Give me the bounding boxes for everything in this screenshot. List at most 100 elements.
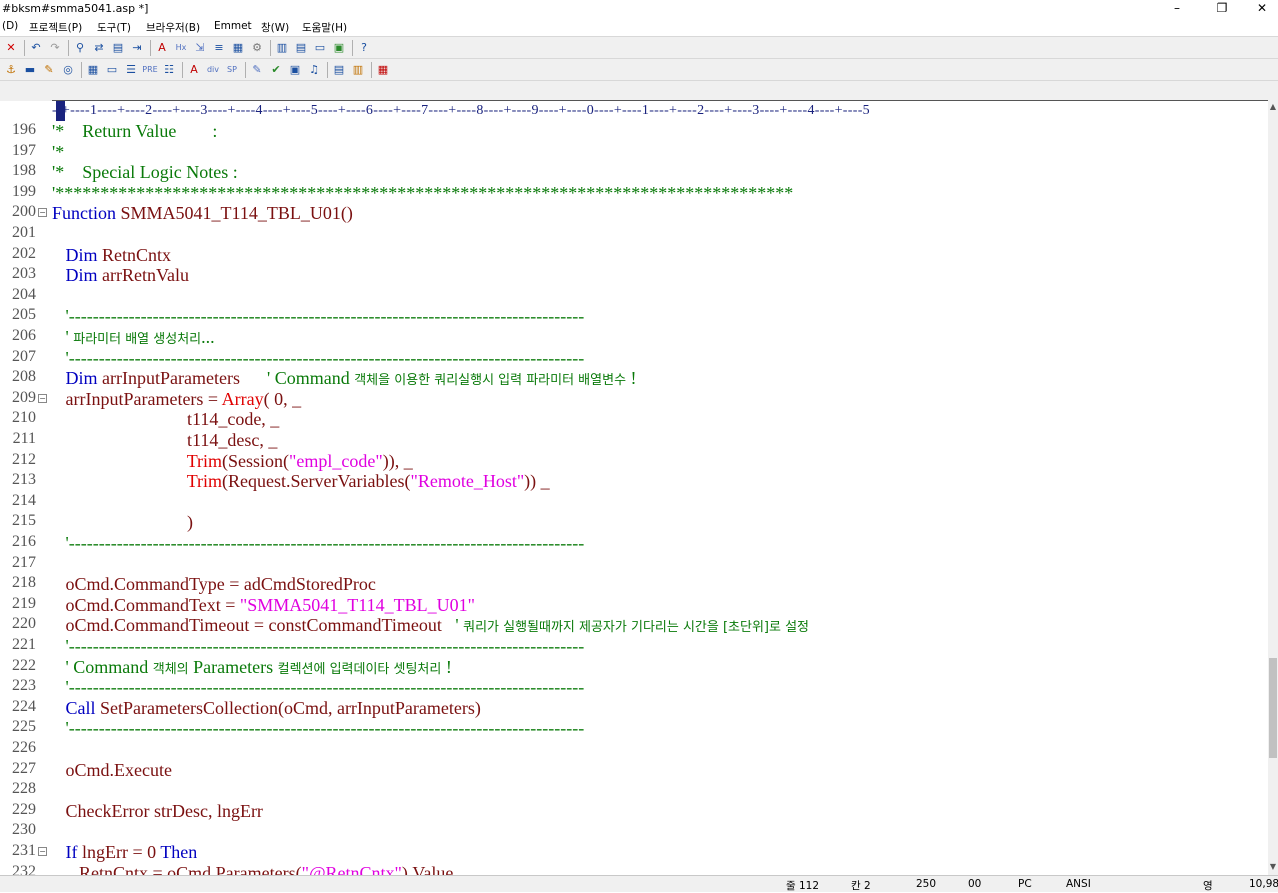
code-line[interactable]: 209− arrInputParameters = Array( 0, _ [0, 389, 1268, 410]
code-line[interactable]: 204 [0, 286, 1268, 307]
code-line[interactable]: 207 '-----------------------------------… [0, 348, 1268, 369]
code-line[interactable]: 210 t114_code, _ [0, 409, 1268, 430]
code-line[interactable]: 212 Trim(Session("empl_code")), _ [0, 451, 1268, 472]
code-editor[interactable]: 196 '* Return Value : 197 '* 198 '* Special L… [0, 121, 1268, 875]
abc-icon[interactable]: ▦ [230, 40, 246, 56]
hr-icon[interactable]: ▬ [22, 62, 38, 78]
code-line[interactable]: 224 Call SetParametersCollection(oCmd, a… [0, 698, 1268, 719]
menu-item-browser[interactable]: 브라우저(B) [146, 20, 200, 35]
replace-icon[interactable]: ⇄ [91, 40, 107, 56]
code-line[interactable]: 205 '-----------------------------------… [0, 306, 1268, 327]
code-line[interactable]: 200− Function SMMA5041_T114_TBL_U01() [0, 203, 1268, 224]
code-line[interactable]: 229 CheckError strDesc, lngErr [0, 801, 1268, 822]
check-icon[interactable]: ✔ [268, 62, 284, 78]
code-line[interactable]: 221 '-----------------------------------… [0, 636, 1268, 657]
image-icon[interactable]: ▣ [287, 62, 303, 78]
music-icon[interactable]: ♫ [306, 62, 322, 78]
anchor-icon[interactable]: ⚓ [3, 62, 19, 78]
center-icon[interactable]: ☰ [123, 62, 139, 78]
find-icon[interactable]: ⚲ [72, 40, 88, 56]
div-icon[interactable]: div [205, 62, 221, 78]
panel-bottom-icon[interactable]: ▭ [312, 40, 328, 56]
code-line[interactable]: 215 ) [0, 512, 1268, 533]
list-icon[interactable]: ☷ [161, 62, 177, 78]
font-size-icon[interactable]: A [154, 40, 170, 56]
code-line[interactable]: 219 oCmd.CommandText = "SMMA5041_T114_TB… [0, 595, 1268, 616]
code-line[interactable]: 214 [0, 492, 1268, 513]
label-icon[interactable]: A [186, 62, 202, 78]
code-text: CheckError strDesc, lngErr [52, 801, 263, 821]
panel-left-icon[interactable]: ▥ [274, 40, 290, 56]
code-line[interactable]: 228 [0, 780, 1268, 801]
fold-toggle-icon[interactable]: − [38, 393, 47, 403]
menu-item-window[interactable]: 창(W) [261, 20, 289, 35]
hex-icon[interactable]: Hx [173, 40, 189, 56]
fold-toggle-icon[interactable]: − [38, 847, 47, 856]
settings-icon[interactable]: ⚙ [249, 40, 265, 56]
frameset-icon[interactable]: ▥ [350, 62, 366, 78]
fold-toggle-icon[interactable]: − [38, 208, 47, 218]
notepad-icon[interactable]: ✎ [249, 62, 265, 78]
code-line[interactable]: 231− If lngErr = 0 Then [0, 842, 1268, 863]
code-line[interactable]: 211 t114_desc, _ [0, 430, 1268, 451]
code-token: arrRetnValu [102, 265, 189, 286]
menu-item-project[interactable]: 프로젝트(P) [29, 20, 82, 35]
word-wrap-icon[interactable]: ⇲ [192, 40, 208, 56]
find-in-files-icon[interactable]: ▤ [110, 40, 126, 56]
code-line[interactable]: 201 [0, 224, 1268, 245]
code-line[interactable]: 227 oCmd.Execute [0, 760, 1268, 781]
line-numbers-icon[interactable]: ≡ [211, 40, 227, 56]
undo-icon[interactable]: ↶ [28, 40, 44, 56]
line-number: 208 [12, 368, 36, 386]
title-bar: #bksm#smma5041.asp *] – ❐ ✕ [0, 0, 1278, 18]
palette-icon[interactable]: ▦ [375, 62, 391, 78]
code-line[interactable]: 218 oCmd.CommandType = adCmdStoredProc [0, 574, 1268, 595]
restore-button[interactable]: ❐ [1202, 0, 1242, 18]
menu-item-emmet[interactable]: Emmet [214, 20, 252, 32]
code-line[interactable]: 217 [0, 554, 1268, 575]
edit-icon[interactable]: ✎ [41, 62, 57, 78]
code-line[interactable]: 202 Dim RetnCntx [0, 245, 1268, 266]
code-line[interactable]: 232 RetnCntx = oCmd.Parameters("@RetnCnt… [0, 863, 1268, 875]
code-line[interactable]: 208 Dim arrInputParameters ' Command 객체을… [0, 368, 1268, 389]
frame-icon[interactable]: ▤ [331, 62, 347, 78]
pre-icon[interactable]: PRE [142, 62, 158, 78]
close-icon[interactable]: ✕ [3, 40, 19, 56]
comment-icon[interactable]: ◎ [60, 62, 76, 78]
code-line[interactable]: 226 [0, 739, 1268, 760]
scroll-down-icon[interactable]: ▼ [1268, 862, 1278, 871]
code-line[interactable]: 225 '-----------------------------------… [0, 718, 1268, 739]
panel-right-icon[interactable]: ▤ [293, 40, 309, 56]
code-line[interactable]: 196 '* Return Value : [0, 121, 1268, 142]
help-pointer-icon[interactable]: ? [356, 40, 372, 56]
minimize-button[interactable]: – [1157, 0, 1197, 18]
menu-item-d[interactable]: (D) [2, 20, 18, 32]
code-line[interactable]: 223 '-----------------------------------… [0, 677, 1268, 698]
span-icon[interactable]: SP [224, 62, 240, 78]
vertical-scrollbar[interactable]: ▲ ▼ [1268, 100, 1278, 875]
code-line[interactable]: 230 [0, 821, 1268, 842]
menu-item-tools[interactable]: 도구(T) [97, 20, 131, 35]
code-line[interactable]: 197 '* [0, 142, 1268, 163]
code-line[interactable]: 220 oCmd.CommandTimeout = constCommandTi… [0, 615, 1268, 636]
table-icon[interactable]: ▦ [85, 62, 101, 78]
window-icon[interactable]: ▣ [331, 40, 347, 56]
code-line[interactable]: 222 ' Command 객체의 Parameters 컬렉션에 입력데이타 … [0, 657, 1268, 678]
code-text: Trim(Request.ServerVariables("Remote_Hos… [52, 471, 550, 491]
menu-item-help[interactable]: 도움말(H) [302, 20, 347, 35]
code-line[interactable]: 199 '************************************… [0, 183, 1268, 204]
close-window-button[interactable]: ✕ [1242, 0, 1278, 18]
code-line[interactable]: 216 '-----------------------------------… [0, 533, 1268, 554]
code-line[interactable]: 213 Trim(Request.ServerVariables("Remote… [0, 471, 1268, 492]
code-token: 객체의 [152, 661, 189, 677]
scroll-up-icon[interactable]: ▲ [1268, 102, 1278, 111]
code-line[interactable]: 206 ' 파라미터 배열 생성처리... [0, 327, 1268, 348]
redo-icon[interactable]: ↷ [47, 40, 63, 56]
code-line[interactable]: 203 Dim arrRetnValu [0, 265, 1268, 286]
form-icon[interactable]: ▭ [104, 62, 120, 78]
code-token: '---------------------------------------… [52, 533, 585, 553]
code-line[interactable]: 198 '* Special Logic Notes : [0, 162, 1268, 183]
code-text: ' Command 객체의 Parameters 컬렉션에 입력데이타 셋팅처리… [52, 657, 452, 680]
goto-line-icon[interactable]: ⇥ [129, 40, 145, 56]
scrollbar-thumb[interactable] [1269, 658, 1277, 758]
